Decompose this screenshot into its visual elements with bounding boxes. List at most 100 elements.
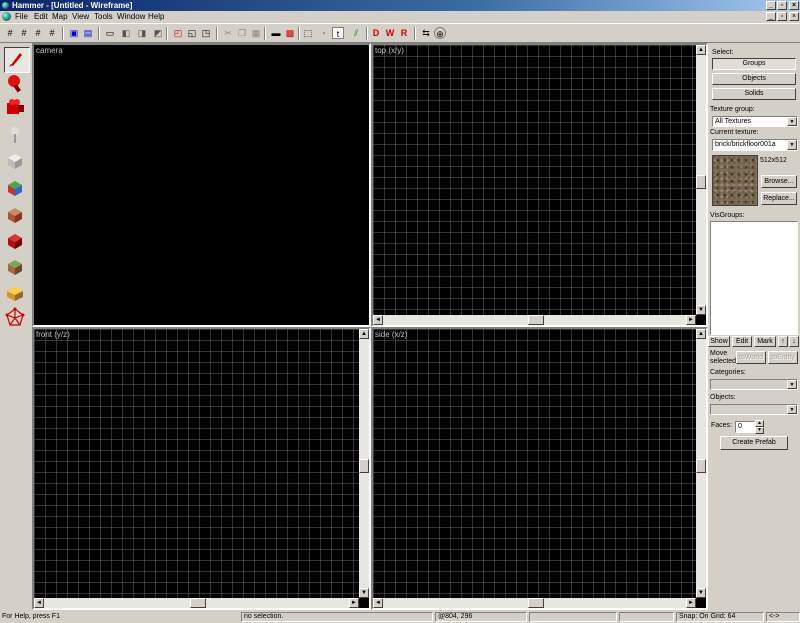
chevron-down-icon[interactable]: ▼ (787, 140, 797, 150)
grid-3d-icon[interactable]: # (46, 27, 58, 39)
camera-viewport[interactable]: camera (32, 43, 371, 327)
side-viewport[interactable]: side (x/z) ▲ ▼ ◄ ► (371, 327, 708, 610)
browse-button[interactable]: Browse... (761, 175, 797, 188)
horizontal-scrollbar[interactable]: ◄ ► (34, 598, 359, 608)
scroll-up-arrow[interactable]: ▲ (696, 329, 706, 339)
menu-help[interactable]: Help (148, 12, 164, 22)
to-world-icon[interactable]: ▩ (284, 27, 296, 39)
run-map-icon[interactable]: ⊕ (434, 27, 446, 39)
select-groups-button[interactable]: Groups (712, 58, 796, 70)
horizontal-scrollbar[interactable]: ◄ ► (373, 598, 696, 608)
selection-tool-icon[interactable] (4, 47, 30, 73)
bounding-box-icon[interactable]: ⬚ (302, 27, 314, 39)
scroll-right-arrow[interactable]: ► (686, 315, 696, 325)
top-viewport[interactable]: top (x/y) ▲ ▼ ◄ ► (371, 43, 708, 327)
clipping-tool-icon[interactable] (4, 282, 28, 306)
copy-icon[interactable]: ❐ (236, 27, 248, 39)
scroll-left-arrow[interactable]: ◄ (34, 598, 44, 608)
horizontal-scrollbar[interactable]: ◄ ► (373, 315, 696, 325)
cordon-icon[interactable]: R (398, 27, 410, 39)
menu-map[interactable]: Map (52, 12, 68, 22)
close-button[interactable]: × (789, 1, 799, 10)
texture-group-select[interactable]: All Textures ▼ (712, 116, 798, 127)
stepper-up-icon[interactable]: ▲ (755, 420, 764, 427)
group-icon[interactable]: ▣ (68, 27, 80, 39)
vertical-scrollbar[interactable]: ▲ ▼ (359, 329, 369, 598)
grid-larger-icon[interactable]: # (32, 27, 44, 39)
toggle-groups-icon[interactable]: ⇆ (420, 27, 432, 39)
scroll-thumb[interactable] (528, 315, 544, 325)
scroll-right-arrow[interactable]: ► (349, 598, 359, 608)
maximize-button[interactable]: ▫ (777, 1, 787, 10)
replace-button[interactable]: Replace... (761, 192, 797, 205)
stepper-down-icon[interactable]: ▼ (755, 427, 764, 434)
arrow-down-icon[interactable]: ↓ (789, 336, 799, 347)
texture-lock-icon[interactable]: ◳ (200, 27, 212, 39)
mdi-close-button[interactable]: × (789, 12, 799, 21)
decal-tool-icon[interactable] (4, 230, 28, 254)
vertical-scrollbar[interactable]: ▲ ▼ (696, 329, 706, 598)
unhide-icon[interactable]: ◧ (120, 27, 132, 39)
snap-toggle-icon[interactable]: ⫽ (350, 27, 362, 39)
scroll-up-arrow[interactable]: ▲ (359, 329, 369, 339)
categories-select[interactable]: ▼ (710, 379, 798, 390)
cut-icon[interactable]: ✂ (222, 27, 234, 39)
scroll-down-arrow[interactable]: ▼ (696, 588, 706, 598)
to-entity-button[interactable]: toEntity (768, 351, 798, 364)
scroll-thumb[interactable] (190, 598, 206, 608)
entity-report-icon[interactable]: W (384, 27, 396, 39)
scroll-down-arrow[interactable]: ▼ (359, 588, 369, 598)
menu-edit[interactable]: Edit (34, 12, 48, 22)
camera-tool-icon[interactable] (4, 97, 28, 121)
scroll-up-arrow[interactable]: ▲ (696, 45, 706, 55)
mdi-minimize-button[interactable]: _ (766, 12, 776, 21)
faces-input[interactable]: 0 (735, 421, 755, 433)
vertical-scrollbar[interactable]: ▲ ▼ (696, 45, 706, 315)
texture-lock-toggle-icon[interactable]: t (332, 27, 344, 39)
to-entity-icon[interactable]: ▬ (270, 27, 282, 39)
document-icon[interactable] (2, 12, 11, 21)
scroll-thumb[interactable] (696, 175, 706, 189)
magnify-tool-icon[interactable] (4, 72, 28, 96)
ungroup-icon[interactable]: ▤ (82, 27, 94, 39)
scroll-left-arrow[interactable]: ◄ (373, 315, 383, 325)
chevron-down-icon[interactable]: ▼ (787, 405, 797, 414)
grid-icon[interactable]: # (4, 27, 16, 39)
current-texture-select[interactable]: brick/brickfloor001a ▼ (712, 139, 798, 151)
select-solids-button[interactable]: Solids (712, 88, 796, 100)
objects-select[interactable]: ▼ (710, 404, 798, 415)
menu-view[interactable]: View (72, 12, 89, 22)
entity-tool-icon[interactable] (4, 124, 28, 148)
arrow-up-icon[interactable]: ↑ (778, 336, 788, 347)
menu-tools[interactable]: Tools (94, 12, 113, 22)
scroll-right-arrow[interactable]: ► (686, 598, 696, 608)
visgroups-list[interactable] (710, 221, 798, 335)
block-tool-icon[interactable] (4, 150, 28, 174)
overlay-tool-icon[interactable] (4, 256, 28, 280)
show-all-icon[interactable]: ◩ (152, 27, 164, 39)
hide-icon[interactable]: ▭ (104, 27, 116, 39)
visgroup-edit-button[interactable]: Edit (732, 336, 752, 347)
minimize-button[interactable]: _ (766, 1, 776, 10)
scroll-left-arrow[interactable]: ◄ (373, 598, 383, 608)
menu-window[interactable]: Window (117, 12, 145, 22)
to-world-button[interactable]: toWorld (736, 351, 766, 364)
scroll-down-arrow[interactable]: ▼ (696, 305, 706, 315)
visgroup-show-button[interactable]: Show (708, 336, 730, 347)
texture-application-icon[interactable] (4, 177, 28, 201)
hide-unselected-icon[interactable]: ◨ (136, 27, 148, 39)
chevron-down-icon[interactable]: ▼ (787, 117, 797, 126)
carve-icon[interactable]: ◰ (172, 27, 184, 39)
make-hollow-icon[interactable]: ◱ (186, 27, 198, 39)
select-objects-button[interactable]: Objects (712, 73, 796, 85)
scroll-thumb[interactable] (528, 598, 544, 608)
vertex-tool-icon[interactable] (4, 306, 28, 330)
chevron-down-icon[interactable]: ▼ (787, 380, 797, 389)
scroll-thumb[interactable] (359, 459, 369, 473)
map-check-icon[interactable]: D (370, 27, 382, 39)
paste-icon[interactable]: ▦ (250, 27, 262, 39)
visgroup-mark-button[interactable]: Mark (754, 336, 776, 347)
menu-file[interactable]: File (15, 12, 28, 22)
create-prefab-button[interactable]: Create Prefab (720, 436, 788, 450)
apply-texture-icon[interactable] (4, 204, 28, 228)
